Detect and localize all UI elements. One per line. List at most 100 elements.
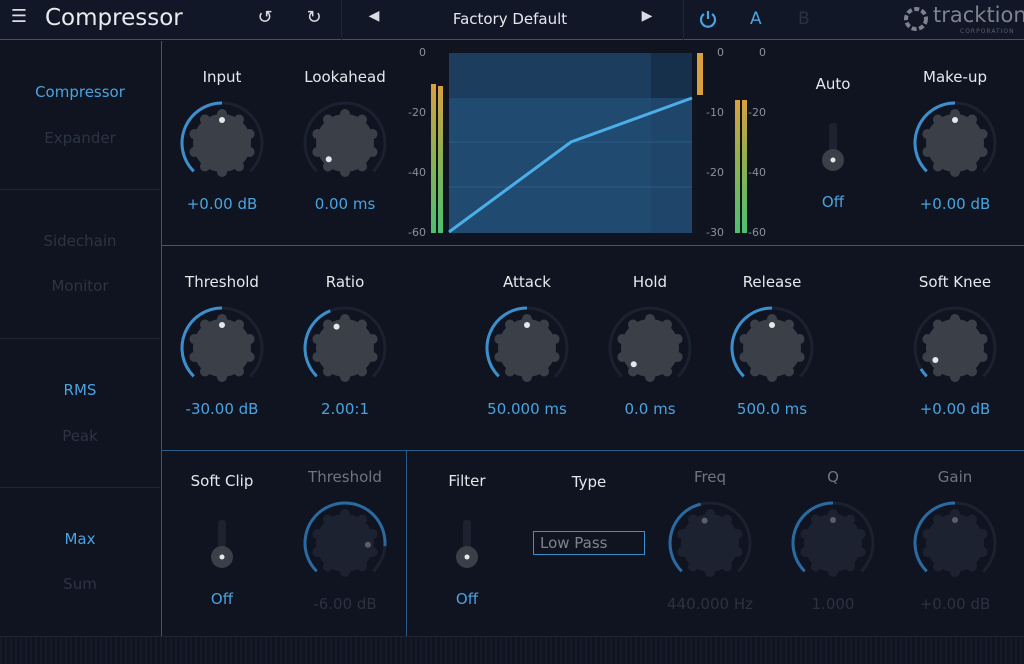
- freq-label: Freq: [693, 468, 727, 486]
- soft-clip-value: Off: [210, 590, 234, 608]
- prev-preset-icon[interactable]: ◀: [365, 8, 383, 24]
- input-value: +0.00 dB: [186, 195, 258, 213]
- freq-indicator: [701, 517, 708, 524]
- release-label: Release: [742, 273, 802, 291]
- attack-indicator: [524, 322, 530, 328]
- menu-icon[interactable]: ☰: [8, 6, 30, 27]
- threshold-indicator: [219, 322, 225, 328]
- hold-label: Hold: [632, 273, 668, 291]
- plugin-title: Compressor: [45, 5, 183, 31]
- freq-knob[interactable]: [665, 498, 755, 588]
- q-knob[interactable]: [788, 498, 878, 588]
- axis-tick: -60: [748, 226, 766, 239]
- hold-indicator: [630, 361, 637, 368]
- soft-clip-threshold-indicator: [364, 541, 371, 548]
- filter-value: Off: [455, 590, 479, 608]
- preset-name[interactable]: Factory Default: [410, 10, 610, 28]
- attack-value: 50.000 ms: [487, 400, 567, 418]
- ratio-value: 2.00:1: [321, 400, 369, 418]
- input-label: Input: [202, 68, 242, 86]
- sidebar-item-peak[interactable]: Peak: [0, 427, 160, 445]
- header-bar: ☰ Compressor ↺ ↻ ◀ Factory Default ▶ A B…: [0, 0, 1024, 40]
- axis-tick: -20: [748, 106, 766, 119]
- lookahead-value: 0.00 ms: [314, 195, 376, 213]
- sidebar-item-max[interactable]: Max: [0, 530, 160, 548]
- gain-indicator: [952, 517, 958, 523]
- footer-strip: [0, 637, 1024, 664]
- divider: [162, 245, 1024, 246]
- soft-knee-value: +0.00 dB: [919, 400, 991, 418]
- input-knob[interactable]: [177, 98, 267, 188]
- lookahead-indicator: [325, 156, 332, 163]
- power-icon[interactable]: [698, 8, 718, 30]
- q-value: 1.000: [811, 595, 855, 613]
- axis-tick: 0: [717, 46, 724, 59]
- axis-tick: 0: [759, 46, 766, 59]
- sidebar-item-sum[interactable]: Sum: [0, 575, 160, 593]
- redo-icon[interactable]: ↻: [303, 7, 325, 28]
- output-level-region: [449, 98, 692, 233]
- lookahead-knob[interactable]: [300, 98, 390, 188]
- soft-clip-label: Soft Clip: [190, 472, 254, 490]
- attack-knob[interactable]: [482, 303, 572, 393]
- ratio-knob[interactable]: [300, 303, 390, 393]
- q-label: Q: [827, 468, 839, 486]
- brand-sub: CORPORATION: [960, 28, 1015, 35]
- filter-type-select[interactable]: Low Pass: [533, 531, 645, 555]
- undo-icon[interactable]: ↺: [254, 7, 276, 28]
- gain-reduction-meter: [697, 53, 703, 95]
- a-button[interactable]: A: [750, 9, 762, 29]
- soft-clip-toggle[interactable]: [210, 520, 234, 570]
- threshold-knob[interactable]: [177, 303, 267, 393]
- soft-clip-threshold-knob[interactable]: [300, 498, 390, 588]
- sidebar-item-sidechain[interactable]: Sidechain: [0, 232, 160, 250]
- filter-type-label: Type: [571, 473, 607, 491]
- input-meter-left: [431, 84, 436, 233]
- makeup-label: Make-up: [923, 68, 987, 86]
- axis-tick: -20: [408, 106, 426, 119]
- brand-logo-text: tracktion: [933, 3, 1024, 27]
- ratio-label: Ratio: [325, 273, 365, 291]
- release-knob[interactable]: [727, 303, 817, 393]
- sidebar-item-monitor[interactable]: Monitor: [0, 277, 160, 295]
- soft-knee-label: Soft Knee: [918, 273, 992, 291]
- soft-knee-knob[interactable]: [910, 303, 1000, 393]
- soft-knee-indicator: [932, 357, 939, 364]
- auto-label: Auto: [815, 75, 851, 93]
- sidebar-divider: [0, 338, 160, 339]
- sidebar: Compressor Expander Sidechain Monitor RMS Pea…: [0, 41, 162, 636]
- axis-tick: -40: [748, 166, 766, 179]
- divider: [162, 450, 1024, 451]
- attack-label: Attack: [503, 273, 551, 291]
- sidebar-item-expander[interactable]: Expander: [0, 129, 160, 147]
- ratio-indicator: [333, 323, 340, 330]
- axis-tick: -10: [706, 106, 724, 119]
- makeup-value: +0.00 dB: [919, 195, 991, 213]
- gain-knob[interactable]: [910, 498, 1000, 588]
- filter-label: Filter: [448, 472, 486, 490]
- soft-clip-threshold-label: Threshold: [308, 468, 382, 486]
- q-indicator: [830, 517, 836, 523]
- lookahead-label: Lookahead: [304, 68, 386, 86]
- axis-tick: -20: [706, 166, 724, 179]
- soft-clip-threshold-value: -6.00 dB: [313, 595, 377, 613]
- gain-label: Gain: [937, 468, 973, 486]
- sidebar-item-compressor[interactable]: Compressor: [0, 83, 160, 101]
- b-button[interactable]: B: [798, 9, 810, 29]
- tracktion-logo-icon: [902, 5, 930, 33]
- axis-tick: -40: [408, 166, 426, 179]
- release-indicator: [769, 322, 775, 328]
- next-preset-icon[interactable]: ▶: [638, 8, 656, 24]
- hold-knob[interactable]: [605, 303, 695, 393]
- auto-toggle[interactable]: [821, 123, 845, 173]
- gain-value: +0.00 dB: [919, 595, 991, 613]
- sidebar-divider: [0, 487, 160, 488]
- sidebar-item-rms[interactable]: RMS: [0, 381, 160, 399]
- makeup-indicator: [952, 117, 958, 123]
- makeup-knob[interactable]: [910, 98, 1000, 188]
- soft-knee-value-arc: [919, 368, 928, 378]
- auto-value: Off: [821, 193, 845, 211]
- input-meter-right: [438, 86, 443, 233]
- release-value: 500.0 ms: [736, 400, 808, 418]
- filter-toggle[interactable]: [455, 520, 479, 570]
